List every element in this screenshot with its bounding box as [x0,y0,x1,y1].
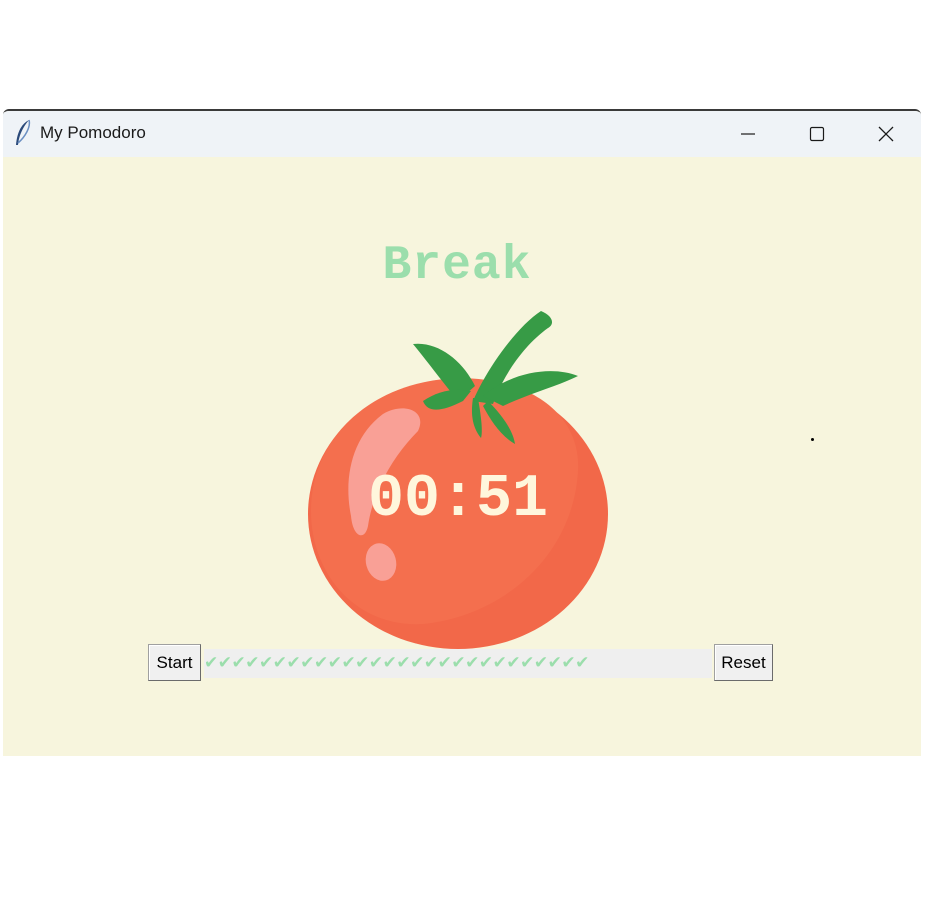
start-button[interactable]: Start [148,644,201,681]
minimize-icon [741,133,755,135]
timer-display: 00:51 [367,466,549,534]
minimize-button[interactable] [714,111,782,157]
close-icon [878,126,894,142]
checkmarks-label: ✔✔✔✔✔✔✔✔✔✔✔✔✔✔✔✔✔✔✔✔✔✔✔✔✔✔✔✔ [204,649,712,678]
feather-icon [16,119,31,145]
title-bar[interactable]: My Pomodoro [3,111,921,157]
app-window: My Pomodoro Break 00:51 Start ✔✔✔✔✔✔✔✔✔✔… [3,109,921,756]
maximize-button[interactable] [783,111,851,157]
reset-button[interactable]: Reset [714,644,773,681]
status-label: Break [382,239,532,293]
close-button[interactable] [852,111,920,157]
maximize-icon [809,126,825,142]
window-title: My Pomodoro [40,123,146,142]
cursor-dot [811,438,814,441]
